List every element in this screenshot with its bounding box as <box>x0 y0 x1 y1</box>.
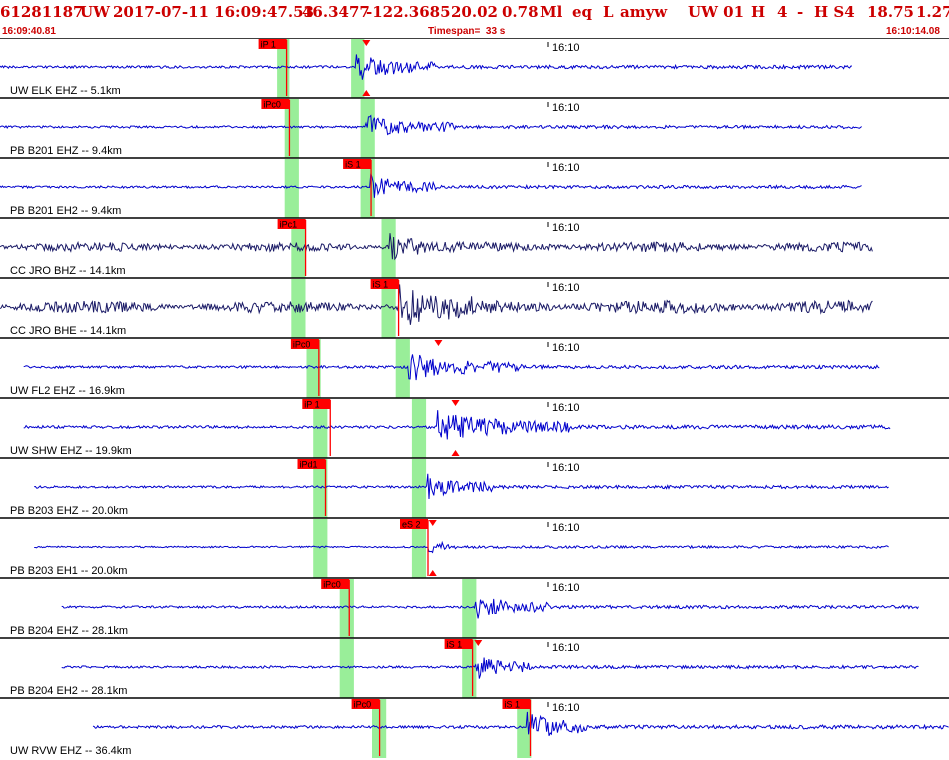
pick-label: iS 1 <box>447 640 463 650</box>
channel-row[interactable]: 16:10 iPc0 PB B201 EHZ -- 9.4km <box>0 97 949 158</box>
arrival-marker <box>428 520 437 526</box>
minute-tick-label: 16:10 <box>552 162 580 174</box>
channel-row[interactable]: 16:10 eS 2 PB B203 EH1 -- 20.0km <box>0 517 949 578</box>
phase-window <box>339 639 354 698</box>
channel-label: UW RVW EHZ -- 36.4km <box>10 745 131 757</box>
phase-window <box>313 519 328 578</box>
phase-window <box>351 39 365 98</box>
source: UW 01 <box>688 3 745 21</box>
pick-label: iS 1 <box>373 280 389 290</box>
waveform <box>0 54 853 80</box>
latitude: 46.3477 <box>302 3 370 21</box>
rms: 1.27 <box>916 3 949 21</box>
arrival-marker <box>428 570 437 576</box>
arrival-marker <box>451 450 460 456</box>
minute-tick-label: 16:10 <box>552 42 580 54</box>
waveform <box>23 410 891 440</box>
pick-label: iP 1 <box>304 400 319 410</box>
waveform <box>34 540 889 554</box>
phase-window <box>411 459 427 518</box>
pick-label: eS 2 <box>402 520 421 530</box>
pick-label: iS 1 <box>505 700 521 710</box>
channel-row[interactable]: 16:10 iP 1 UW SHW EHZ -- 19.9km <box>0 397 949 458</box>
arrival-marker <box>451 400 460 406</box>
window-start-time: 16:09:40.81 <box>2 26 56 37</box>
magnitude: 0.78 <box>502 3 539 21</box>
phase-count: 4 <box>777 3 788 21</box>
channel-label: UW SHW EHZ -- 19.9km <box>10 445 132 457</box>
header-dash: - <box>797 3 804 21</box>
channel-label: PB B203 EHZ -- 20.0km <box>10 505 128 517</box>
event-class: L <box>603 3 614 21</box>
event-type: eq <box>572 3 593 21</box>
author: amyw <box>620 3 668 21</box>
pick-label: iPd1 <box>300 460 318 470</box>
minute-tick-label: 16:10 <box>552 642 580 654</box>
channel-row[interactable]: 16:10 iP 1 UW ELK EHZ -- 5.1km <box>0 38 949 98</box>
channel-label: PB B204 EHZ -- 28.1km <box>10 625 128 637</box>
channel-row[interactable]: 16:10 iS 1 PB B204 EH2 -- 28.1km <box>0 637 949 698</box>
event-summary-header: 61281187 UW 2017-07-11 16:09:47.53 46.34… <box>0 0 949 25</box>
minute-tick-label: 16:10 <box>552 102 580 114</box>
channel-label: UW ELK EHZ -- 5.1km <box>10 85 121 97</box>
pick-label: iPc1 <box>280 220 298 230</box>
minute-tick-label: 16:10 <box>552 282 580 294</box>
phase-window <box>462 579 477 638</box>
minute-tick-label: 16:10 <box>552 222 580 234</box>
channel-row[interactable]: 16:10 iS 1 PB B201 EH2 -- 9.4km <box>0 157 949 218</box>
pick-label: iPc0 <box>323 580 341 590</box>
phase-window <box>411 399 427 458</box>
waveform <box>34 473 889 500</box>
waveform <box>61 598 919 619</box>
channel-row[interactable]: 16:10 iS 1 CC JRO BHE -- 14.1km <box>0 277 949 338</box>
minute-tick-label: 16:10 <box>552 582 580 594</box>
channel-label: PB B204 EH2 -- 28.1km <box>10 685 127 697</box>
minute-tick-label: 16:10 <box>552 702 580 714</box>
channel-label: PB B201 EHZ -- 9.4km <box>10 145 122 157</box>
channel-label: PB B203 EH1 -- 20.0km <box>10 565 127 577</box>
seismogram-viewer: 61281187 UW 2017-07-11 16:09:47.53 46.34… <box>0 0 949 760</box>
time-range-bar: 16:09:40.81 Timespan= 33 s 16:10:14.08 <box>0 25 949 39</box>
event-network: UW <box>80 3 110 21</box>
hs-code: H S4 <box>814 3 855 21</box>
channel-row[interactable]: 16:10 iPc0 iS 1 UW RVW EHZ -- 36.4km <box>0 697 949 758</box>
channel-row[interactable]: 16:10 iPd1 PB B203 EHZ -- 20.0km <box>0 457 949 518</box>
waveform <box>0 233 873 261</box>
waveform <box>23 354 880 381</box>
waveform <box>61 657 919 679</box>
channel-row[interactable]: 16:10 iPc0 UW FL2 EHZ -- 16.9km <box>0 337 949 398</box>
gap: 18.75 <box>867 3 914 21</box>
depth: 20.02 <box>451 3 498 21</box>
channel-row[interactable]: 16:10 iPc1 CC JRO BHZ -- 14.1km <box>0 217 949 278</box>
window-end-time: 16:10:14.08 <box>886 26 940 37</box>
channel-label: PB B201 EH2 -- 9.4km <box>10 205 121 217</box>
timespan-label: Timespan= 33 s <box>428 26 506 37</box>
origin-time: 2017-07-11 16:09:47.53 <box>113 3 314 21</box>
pick-label: iPc0 <box>263 100 281 110</box>
waveform <box>0 114 862 136</box>
pick-label: iPc0 <box>354 700 372 710</box>
channel-label: CC JRO BHE -- 14.1km <box>10 325 126 337</box>
trace-panel[interactable]: 16:10 iP 1 UW ELK EHZ -- 5.1km 16:10 iPc0 PB … <box>0 38 949 760</box>
pick-label: iP 1 <box>261 40 276 50</box>
pick-label: iPc0 <box>293 340 311 350</box>
quality-flag: H <box>751 3 766 21</box>
magnitude-type: Ml <box>540 3 563 21</box>
arrival-marker <box>434 340 443 346</box>
channel-label: UW FL2 EHZ -- 16.9km <box>10 385 125 397</box>
minute-tick-label: 16:10 <box>552 342 580 354</box>
minute-tick-label: 16:10 <box>552 522 580 534</box>
waveform <box>0 284 873 325</box>
pick-label: iS 1 <box>345 160 361 170</box>
channel-row[interactable]: 16:10 iPc0 PB B204 EHZ -- 28.1km <box>0 577 949 638</box>
waveform <box>0 173 862 198</box>
longitude: -122.3685 <box>366 3 451 21</box>
channel-label: CC JRO BHZ -- 14.1km <box>10 265 126 277</box>
event-id: 61281187 <box>0 3 84 21</box>
minute-tick-label: 16:10 <box>552 402 580 414</box>
minute-tick-label: 16:10 <box>552 462 580 474</box>
